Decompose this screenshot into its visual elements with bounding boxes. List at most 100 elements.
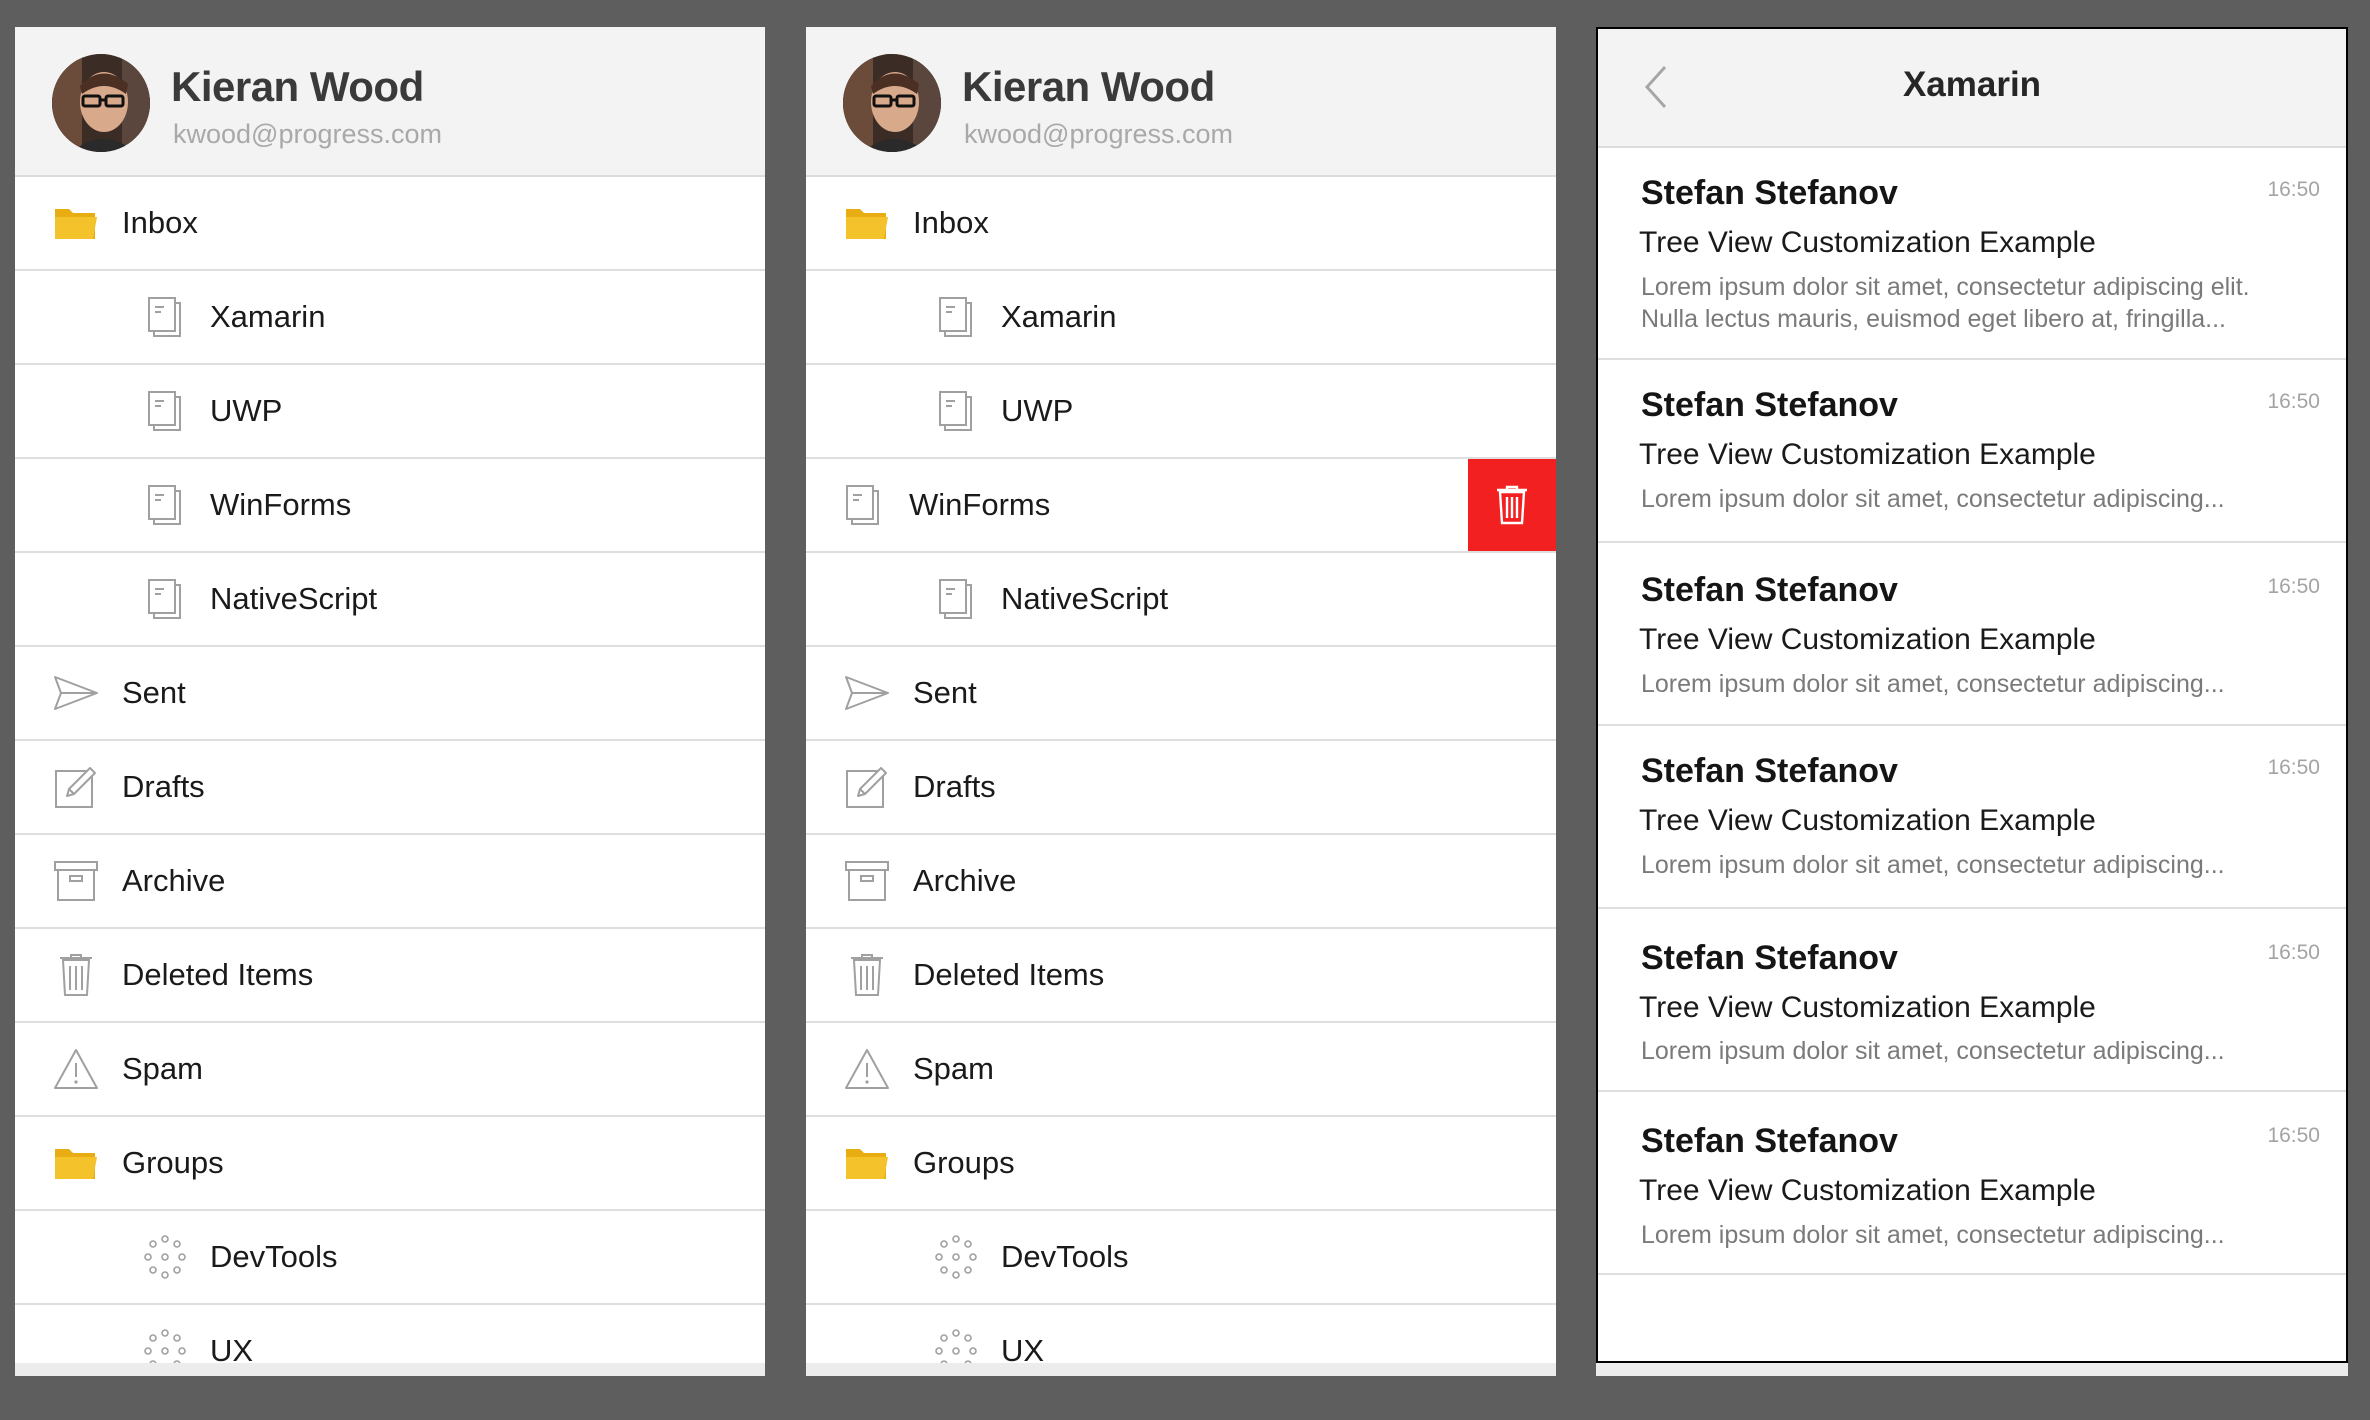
tree-item-label: Deleted Items — [122, 957, 314, 992]
mail-time: 16:50 — [2267, 575, 2320, 598]
tree-item-uwp[interactable]: UWP — [15, 365, 765, 459]
archive-icon — [843, 857, 891, 905]
tree-item-groups[interactable]: Groups — [806, 1117, 1556, 1211]
tree-item-label: Groups — [122, 1145, 224, 1180]
folder-icon — [52, 199, 100, 247]
tree-item-sent[interactable]: Sent — [806, 647, 1556, 741]
trash-icon — [843, 951, 891, 999]
mail-subject: Tree View Customization Example — [1639, 804, 2096, 837]
mail-time: 16:50 — [2267, 1124, 2320, 1147]
user-email: kwood@progress.com — [173, 119, 443, 149]
user-email: kwood@progress.com — [964, 119, 1234, 149]
tree-item-archive[interactable]: Archive — [15, 835, 765, 929]
mail-sender: Stefan Stefanov — [1641, 571, 1898, 609]
delete-button[interactable] — [1468, 459, 1556, 551]
tree-item-drafts[interactable]: Drafts — [15, 741, 765, 835]
tree-item-label: Groups — [913, 1145, 1015, 1180]
pencil-icon — [52, 763, 100, 811]
document-icon — [141, 481, 189, 529]
document-icon — [141, 293, 189, 341]
tree-item-deleted-items[interactable]: Deleted Items — [806, 929, 1556, 1023]
tree-item-inbox[interactable]: Inbox — [806, 177, 1556, 271]
user-name: Kieran Wood — [962, 63, 1215, 110]
avatar[interactable] — [52, 54, 150, 152]
trash-icon — [1495, 485, 1529, 525]
tree-item-winforms[interactable]: WinForms — [15, 459, 765, 553]
tree-item-label: Drafts — [913, 769, 996, 804]
mail-sender: Stefan Stefanov — [1641, 174, 1898, 212]
tree-item-label: UWP — [1001, 393, 1074, 428]
tree-item-xamarin[interactable]: Xamarin — [15, 271, 765, 365]
folder-icon — [843, 1139, 891, 1187]
document-icon — [932, 387, 980, 435]
mail-subject: Tree View Customization Example — [1639, 226, 2096, 259]
mail-time: 16:50 — [2267, 178, 2320, 201]
send-icon — [52, 669, 100, 717]
mail-time: 16:50 — [2267, 390, 2320, 413]
tree-item-spam[interactable]: Spam — [15, 1023, 765, 1117]
mail-preview: Lorem ipsum dolor sit amet, consectetur … — [1641, 273, 2250, 301]
mail-time: 16:50 — [2267, 756, 2320, 779]
mail-list-item[interactable]: Stefan Stefanov 16:50 Tree View Customiz… — [1598, 360, 2346, 543]
profile-header: Kieran Wood kwood@progress.com — [806, 27, 1556, 177]
tree-item-label: Inbox — [122, 205, 198, 240]
folder-tree: Inbox Xamarin UWP WinForms NativeScript … — [15, 177, 765, 1376]
tree-item-label: Spam — [122, 1051, 203, 1086]
mail-sender: Stefan Stefanov — [1641, 386, 1898, 424]
tree-item-label: NativeScript — [210, 581, 378, 616]
pencil-icon — [843, 763, 891, 811]
mail-list-header: Xamarin — [1598, 29, 2346, 148]
tree-item-drafts[interactable]: Drafts — [806, 741, 1556, 835]
tree-item-uwp[interactable]: UWP — [806, 365, 1556, 459]
bottom-edge — [806, 1363, 1556, 1376]
tree-item-label: Xamarin — [1001, 299, 1117, 334]
document-icon — [932, 575, 980, 623]
group-icon — [141, 1233, 189, 1281]
avatar[interactable] — [843, 54, 941, 152]
tree-item-archive[interactable]: Archive — [806, 835, 1556, 929]
bottom-edge — [15, 1363, 765, 1376]
mail-sender: Stefan Stefanov — [1641, 1122, 1898, 1160]
tree-item-label: DevTools — [210, 1239, 338, 1274]
mail-subject: Tree View Customization Example — [1639, 438, 2096, 471]
tree-item-sent[interactable]: Sent — [15, 647, 765, 741]
mail-subject: Tree View Customization Example — [1639, 623, 2096, 656]
trash-icon — [52, 951, 100, 999]
warning-icon — [52, 1045, 100, 1093]
mail-preview: Nulla lectus mauris, euismod eget libero… — [1641, 305, 2226, 333]
tree-item-spam[interactable]: Spam — [806, 1023, 1556, 1117]
tree-item-label: WinForms — [909, 487, 1051, 522]
document-icon — [932, 293, 980, 341]
tree-item-label: Inbox — [913, 205, 989, 240]
folder-icon — [843, 199, 891, 247]
warning-icon — [843, 1045, 891, 1093]
mail-list-item[interactable]: Stefan Stefanov 16:50 Tree View Customiz… — [1598, 1092, 2346, 1275]
folder-icon — [52, 1139, 100, 1187]
mail-list-item[interactable]: Stefan Stefanov 16:50 Tree View Customiz… — [1598, 726, 2346, 909]
tree-item-label: Sent — [913, 675, 977, 710]
tree-item-winforms-swiped[interactable]: WinForms — [806, 459, 1556, 553]
group-icon — [932, 1233, 980, 1281]
profile-header: Kieran Wood kwood@progress.com — [15, 27, 765, 177]
mail-preview: Lorem ipsum dolor sit amet, consectetur … — [1641, 1037, 2225, 1065]
tree-item-nativescript[interactable]: NativeScript — [15, 553, 765, 647]
tree-view-panel: Kieran Wood kwood@progress.com Inbox Xam… — [15, 27, 765, 1376]
mail-list-item[interactable]: Stefan Stefanov 16:50 Tree View Customiz… — [1598, 543, 2346, 726]
tree-item-devtools[interactable]: DevTools — [15, 1211, 765, 1305]
tree-item-devtools[interactable]: DevTools — [806, 1211, 1556, 1305]
mail-list-panel: Xamarin Stefan Stefanov 16:50 Tree View … — [1596, 27, 2348, 1363]
tree-item-deleted-items[interactable]: Deleted Items — [15, 929, 765, 1023]
tree-item-nativescript[interactable]: NativeScript — [806, 553, 1556, 647]
folder-tree: Inbox Xamarin UWP WinForms NativeScript … — [806, 177, 1556, 1376]
mail-time: 16:50 — [2267, 941, 2320, 964]
mail-sender: Stefan Stefanov — [1641, 752, 1898, 790]
mail-subject: Tree View Customization Example — [1639, 991, 2096, 1024]
page-title: Xamarin — [1902, 65, 2042, 104]
mail-preview: Lorem ipsum dolor sit amet, consectetur … — [1641, 1221, 2225, 1249]
tree-item-groups[interactable]: Groups — [15, 1117, 765, 1211]
mail-list-item[interactable]: Stefan Stefanov 16:50 Tree View Customiz… — [1598, 909, 2346, 1092]
mail-preview: Lorem ipsum dolor sit amet, consectetur … — [1641, 485, 2225, 513]
tree-item-inbox[interactable]: Inbox — [15, 177, 765, 271]
mail-list-item[interactable]: Stefan Stefanov 16:50 Tree View Customiz… — [1598, 148, 2346, 360]
tree-item-xamarin[interactable]: Xamarin — [806, 271, 1556, 365]
